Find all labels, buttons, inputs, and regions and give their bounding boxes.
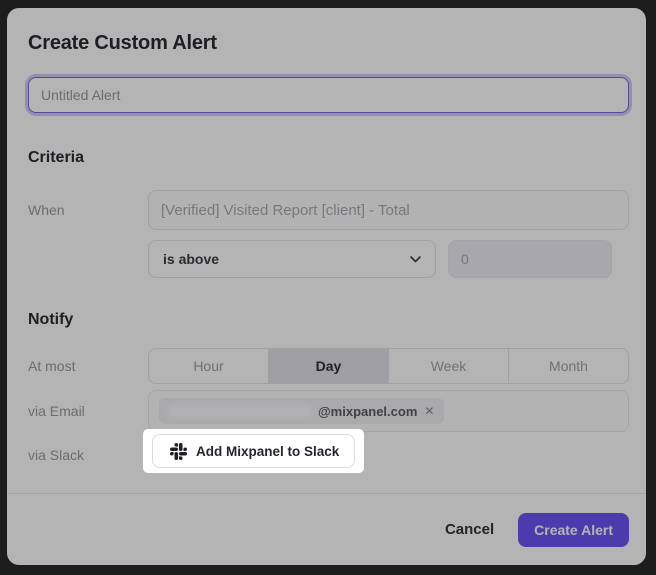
slack-icon bbox=[170, 443, 187, 460]
add-mixpanel-to-slack-button[interactable]: Add Mixpanel to Slack bbox=[152, 434, 355, 468]
page-background: Create Custom Alert Criteria When [Verif… bbox=[0, 0, 656, 575]
dim-overlay bbox=[0, 0, 656, 575]
slack-spotlight-highlight: Add Mixpanel to Slack bbox=[143, 429, 364, 473]
slack-button-label: Add Mixpanel to Slack bbox=[196, 444, 339, 459]
